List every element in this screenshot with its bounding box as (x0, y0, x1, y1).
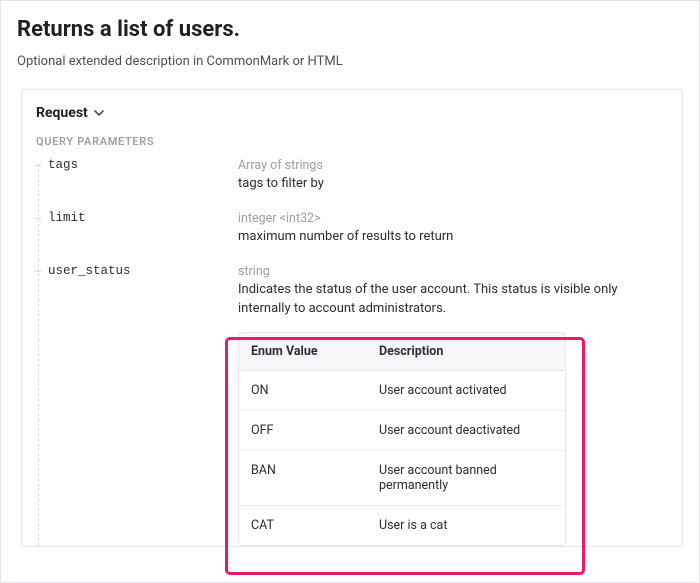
param-name: tags (44, 158, 238, 172)
table-row: OFF User account deactivated (239, 410, 565, 450)
page-title: Returns a list of users. (17, 17, 683, 42)
param-type: Array of strings (238, 158, 668, 173)
chevron-down-icon (94, 108, 104, 118)
enum-desc: User account activated (367, 370, 565, 410)
param-description: maximum number of results to return (238, 228, 668, 246)
enum-desc: User is a cat (367, 505, 565, 545)
param-type: integer <int32> (238, 211, 668, 226)
enum-header-desc: Description (367, 333, 565, 371)
param-row: user_status string Indicates the status … (44, 264, 668, 545)
enum-value: CAT (239, 505, 367, 545)
param-row: limit integer <int32> maximum number of … (44, 211, 668, 246)
enum-header-value: Enum Value (239, 333, 367, 371)
request-panel: Request QUERY PARAMETERS tags Ar (21, 89, 683, 547)
params-list: tags Array of strings tags to filter by … (36, 158, 668, 546)
enum-value: ON (239, 370, 367, 410)
page-subtitle: Optional extended description in CommonM… (17, 54, 683, 69)
param-name: user_status (44, 264, 238, 278)
enum-value: OFF (239, 410, 367, 450)
tree-line (38, 164, 39, 546)
enum-desc: User account banned permanently (367, 450, 565, 505)
request-toggle[interactable]: Request (36, 105, 104, 121)
section-label: QUERY PARAMETERS (36, 135, 668, 148)
table-row: CAT User is a cat (239, 505, 565, 545)
param-type: string (238, 264, 668, 279)
param-description: tags to filter by (238, 175, 668, 193)
param-description: Indicates the status of the user account… (238, 281, 668, 317)
param-name: limit (44, 211, 238, 225)
enum-desc: User account deactivated (367, 410, 565, 450)
enum-value: BAN (239, 450, 367, 505)
param-row: tags Array of strings tags to filter by (44, 158, 668, 193)
table-row: ON User account activated (239, 370, 565, 410)
request-label: Request (36, 105, 88, 121)
enum-table: Enum Value Description ON User account a… (238, 332, 566, 546)
table-row: BAN User account banned permanently (239, 450, 565, 505)
